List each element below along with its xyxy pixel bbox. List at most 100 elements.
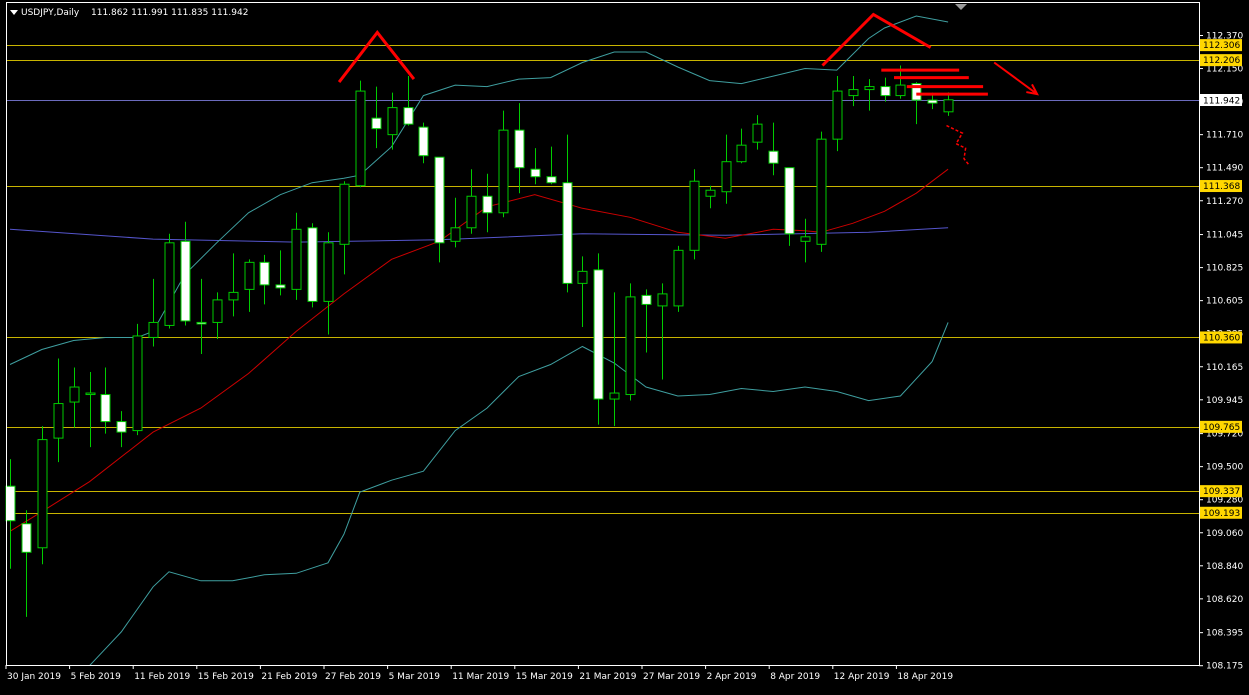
candle-body-bullish — [132, 335, 143, 432]
x-tick-label: 30 Jan 2019 — [7, 672, 61, 682]
x-tick-label: 15 Mar 2019 — [516, 672, 573, 682]
candle-body-bullish — [895, 84, 906, 97]
y-tick-label: 111.490 — [1206, 164, 1243, 174]
candle-body-bullish — [625, 296, 636, 396]
candle-body-bearish — [307, 227, 318, 302]
candle-body-bullish — [37, 439, 48, 549]
y-tick-label: 108.840 — [1206, 562, 1243, 572]
chart-background — [0, 0, 1249, 691]
candle-body-bearish — [371, 117, 382, 130]
x-tick-label: 21 Mar 2019 — [579, 672, 636, 682]
candle-body-bullish — [721, 161, 732, 193]
x-tick-label: 21 Feb 2019 — [261, 672, 317, 682]
candle-body-bullish — [498, 129, 509, 214]
candle-body-bearish — [5, 485, 16, 522]
x-tick-label: 27 Mar 2019 — [643, 672, 700, 682]
y-tick-label: 109.060 — [1206, 529, 1243, 539]
candle-body-bearish — [116, 421, 127, 433]
x-tick-label: 12 Apr 2019 — [834, 672, 890, 682]
candle-body-bullish — [148, 321, 159, 338]
candle-body-bullish — [577, 270, 588, 284]
y-tick-label: 110.165 — [1206, 363, 1243, 373]
candle-body-bullish — [800, 236, 811, 242]
candle-body-bearish — [482, 195, 493, 214]
candle-body-bearish — [593, 269, 604, 400]
candle-body-bearish — [21, 523, 32, 553]
level-price-label: 112.306 — [1203, 41, 1240, 51]
price-chart[interactable]: 112.370112.150111.930111.710111.490111.2… — [0, 0, 1249, 691]
x-tick-label: 5 Feb 2019 — [71, 672, 122, 682]
candle-body-bullish — [69, 386, 80, 403]
level-price-label: 111.368 — [1203, 182, 1240, 192]
candle-body-bullish — [244, 261, 255, 290]
candle-body-bearish — [100, 394, 111, 423]
candle-body-bullish — [864, 86, 875, 91]
candle-body-bullish — [673, 249, 684, 307]
candle-body-bullish — [339, 183, 350, 245]
level-price-label: 109.337 — [1203, 487, 1240, 497]
candle-body-bearish — [514, 129, 525, 169]
symbol-label: USDJPY,Daily — [21, 8, 80, 18]
candle-body-bullish — [848, 89, 859, 97]
candle-body-bullish — [832, 90, 843, 140]
level-price-label: 109.765 — [1203, 423, 1240, 433]
x-tick-label: 27 Feb 2019 — [325, 672, 381, 682]
chart-window[interactable]: 112.370112.150111.930111.710111.490111.2… — [0, 0, 1249, 691]
level-price-label: 110.360 — [1203, 333, 1240, 343]
y-tick-label: 110.825 — [1206, 264, 1243, 274]
candle-body-bearish — [880, 86, 891, 97]
candle-body-bullish — [466, 195, 477, 229]
current-price-label: 111.942 — [1203, 97, 1240, 107]
level-price-label: 109.193 — [1203, 509, 1240, 519]
candle-body-bullish — [387, 107, 398, 136]
candle-body-bearish — [259, 261, 270, 286]
ohlc-readout: 111.862 111.991 111.835 111.942 — [91, 8, 248, 18]
y-tick-label: 111.270 — [1206, 197, 1243, 207]
candle-body-bearish — [530, 168, 541, 178]
candle-body-bullish — [228, 291, 239, 301]
y-tick-label: 109.280 — [1206, 496, 1243, 506]
candle-body-bullish — [323, 242, 334, 302]
candle-body-bearish — [927, 99, 938, 104]
candle-body-bullish — [450, 227, 461, 242]
candle-body-bullish — [291, 228, 302, 290]
candle-body-bearish — [562, 182, 573, 284]
x-tick-label: 5 Mar 2019 — [389, 672, 441, 682]
candle-body-bullish — [736, 144, 747, 163]
candle-body-bearish — [180, 240, 191, 322]
x-tick-label: 2 Apr 2019 — [707, 672, 757, 682]
y-tick-label: 109.500 — [1206, 463, 1243, 473]
y-tick-label: 108.620 — [1206, 595, 1243, 605]
x-tick-label: 15 Feb 2019 — [198, 672, 254, 682]
candle-body-bullish — [657, 293, 668, 307]
y-tick-label: 110.605 — [1206, 297, 1243, 307]
y-tick-label: 109.945 — [1206, 396, 1243, 406]
x-tick-label: 18 Apr 2019 — [897, 672, 953, 682]
candle-body-bearish — [768, 150, 779, 164]
y-tick-label: 111.045 — [1206, 231, 1243, 241]
candle-body-bullish — [53, 403, 64, 439]
x-tick-label: 11 Mar 2019 — [452, 672, 509, 682]
candle-body-bearish — [418, 126, 429, 157]
candle-body-bullish — [752, 123, 763, 143]
candle-body-bullish — [212, 299, 223, 323]
candle-body-bearish — [434, 156, 445, 244]
candle-body-bearish — [403, 107, 414, 125]
candle-body-bearish — [641, 294, 652, 305]
candle-body-bullish — [164, 242, 175, 326]
candle-body-bearish — [275, 284, 286, 289]
candle-body-bullish — [355, 90, 366, 187]
candle-body-bullish — [816, 138, 827, 245]
x-tick-label: 11 Feb 2019 — [134, 672, 190, 682]
candle-body-bullish — [609, 392, 620, 400]
candle-body-bearish — [546, 176, 557, 184]
candle-body-bearish — [196, 321, 207, 325]
level-price-label: 112.206 — [1203, 56, 1240, 66]
candle-body-bullish — [85, 392, 96, 396]
x-tick-label: 8 Apr 2019 — [770, 672, 820, 682]
y-tick-label: 108.395 — [1206, 629, 1243, 639]
candle-body-bullish — [705, 189, 716, 197]
candle-body-bullish — [689, 180, 700, 251]
y-tick-label: 108.175 — [1206, 662, 1243, 672]
y-tick-label: 111.710 — [1206, 131, 1243, 141]
